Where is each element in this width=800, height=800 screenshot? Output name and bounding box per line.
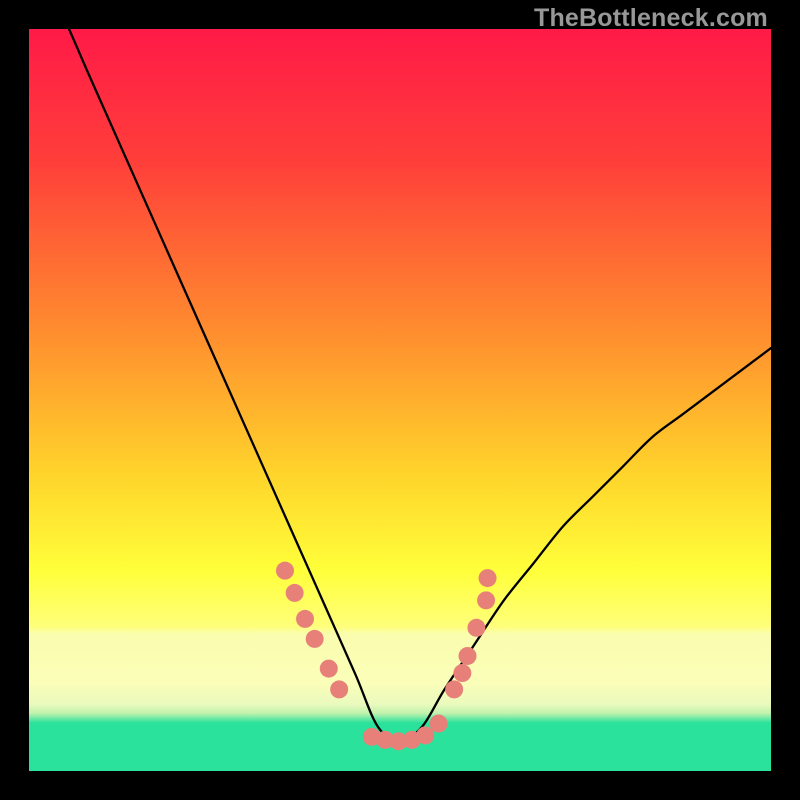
- curve-dot: [453, 664, 471, 682]
- curve-dot: [445, 680, 463, 698]
- curve-dot: [276, 562, 294, 580]
- curve-dot: [330, 680, 348, 698]
- watermark: TheBottleneck.com: [534, 4, 768, 33]
- plot-area: [29, 29, 771, 771]
- curve-dot: [459, 647, 477, 665]
- curve-dot: [430, 715, 448, 733]
- curve-dots: [276, 562, 497, 751]
- curve-dot: [477, 591, 495, 609]
- curve-dot: [467, 619, 485, 637]
- chart-stage: TheBottleneck.com: [0, 0, 800, 800]
- bottleneck-curve: [29, 29, 771, 741]
- curve-dot: [306, 630, 324, 648]
- curve-dot: [479, 569, 497, 587]
- curve-dot: [320, 660, 338, 678]
- curve-layer: [29, 29, 771, 771]
- curve-dot: [286, 584, 304, 602]
- curve-dot: [296, 610, 314, 628]
